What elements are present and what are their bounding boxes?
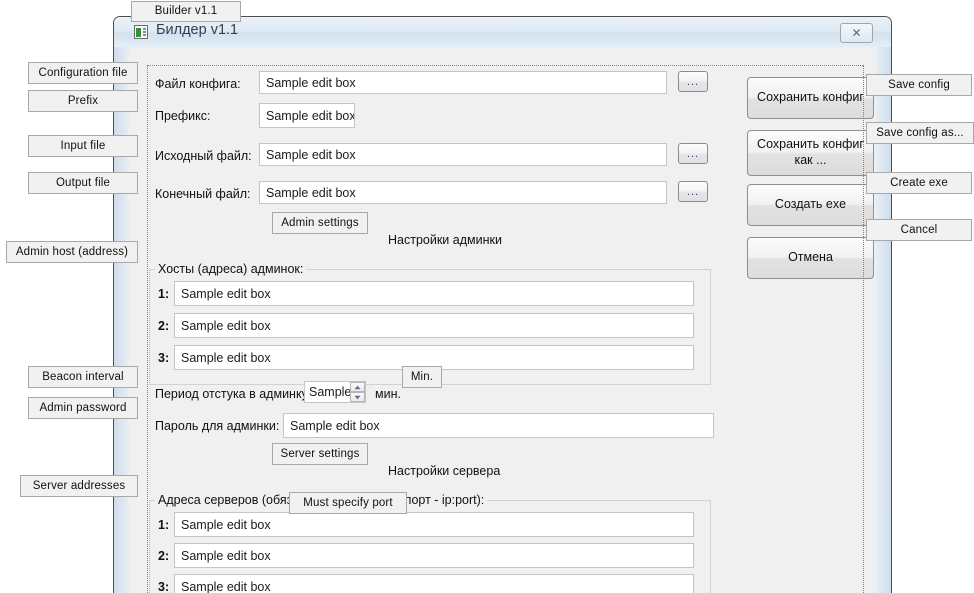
annotation-beacon-interval: Beacon interval — [28, 366, 138, 388]
server-address-3-number: 3: — [158, 580, 170, 593]
create-exe-button[interactable]: Создать exe — [747, 184, 874, 226]
spin-down-icon[interactable] — [350, 392, 365, 402]
window-client-area: Файл конфига: Sample edit box ... Префик… — [129, 47, 876, 593]
prefix-label: Префикс: — [155, 109, 211, 123]
server-address-2-number: 2: — [158, 549, 170, 563]
annotation-server-addresses: Server addresses — [20, 475, 138, 497]
server-address-2-input[interactable]: Sample edit box — [174, 543, 694, 568]
annotation-server-settings: Server settings — [272, 443, 368, 465]
input-file-browse-button[interactable]: ... — [678, 143, 708, 164]
admin-password-label: Пароль для админки: — [155, 419, 280, 433]
selection-guide-left — [147, 65, 148, 593]
server-address-1-input[interactable]: Sample edit box — [174, 512, 694, 537]
admin-password-input[interactable]: Sample edit box — [283, 413, 714, 438]
output-file-input[interactable]: Sample edit box — [259, 181, 667, 204]
admin-settings-title: Настройки админки — [388, 233, 502, 247]
annotation-configuration-file: Configuration file — [28, 62, 138, 84]
annotation-input-file: Input file — [28, 135, 138, 157]
annotation-min-unit: Min. — [402, 366, 442, 388]
annotation-create-exe: Create exe — [866, 172, 972, 194]
beacon-interval-spin-buttons[interactable] — [350, 382, 365, 402]
annotation-admin-host: Admin host (address) — [6, 241, 138, 263]
admin-hosts-legend: Хосты (адреса) админок: — [155, 262, 307, 276]
config-file-label: Файл конфига: — [155, 77, 241, 91]
annotation-must-specify-port: Must specify port — [289, 492, 407, 514]
admin-host-2-number: 2: — [158, 319, 170, 333]
output-file-label: Конечный файл: — [155, 187, 251, 201]
server-address-1-number: 1: — [158, 518, 170, 532]
server-address-3-input[interactable]: Sample edit box — [174, 574, 694, 593]
save-config-as-button[interactable]: Сохранить конфиг как ... — [747, 130, 874, 176]
admin-host-1-input[interactable]: Sample edit box — [174, 281, 694, 306]
annotation-prefix: Prefix — [28, 90, 138, 112]
close-icon[interactable]: ✕ — [840, 23, 873, 43]
input-file-input[interactable]: Sample edit box — [259, 143, 667, 166]
beacon-interval-label: Период отстука в админку: — [155, 387, 312, 401]
config-file-input[interactable]: Sample edit box — [259, 71, 667, 94]
cancel-button[interactable]: Отмена — [747, 237, 874, 279]
annotation-cancel: Cancel — [866, 219, 972, 241]
annotation-admin-settings: Admin settings — [272, 212, 368, 234]
window-right-scroll-band[interactable] — [876, 17, 891, 593]
application-icon — [134, 25, 148, 39]
annotation-builder-title: Builder v1.1 — [131, 1, 241, 22]
spin-up-icon[interactable] — [350, 382, 365, 392]
annotation-save-config: Save config — [866, 74, 972, 96]
window-title: Билдер v1.1 — [156, 22, 239, 38]
admin-host-3-number: 3: — [158, 351, 170, 365]
config-file-browse-button[interactable]: ... — [678, 71, 708, 92]
annotation-output-file: Output file — [28, 172, 138, 194]
annotation-save-config-as: Save config as... — [866, 122, 974, 144]
selection-guide-right — [863, 65, 864, 593]
admin-host-1-number: 1: — [158, 287, 170, 301]
admin-host-2-input[interactable]: Sample edit box — [174, 313, 694, 338]
annotation-admin-password: Admin password — [28, 397, 138, 419]
server-settings-title: Настройки сервера — [388, 464, 501, 478]
save-config-button[interactable]: Сохранить конфиг — [747, 77, 874, 119]
selection-guide-top — [147, 65, 863, 66]
prefix-input[interactable]: Sample edit box — [259, 103, 355, 128]
builder-window: Билдер v1.1 ✕ Файл конфига: Sample edit … — [113, 16, 892, 593]
beacon-interval-unit: мин. — [375, 387, 401, 401]
input-file-label: Исходный файл: — [155, 149, 252, 163]
beacon-interval-stepper[interactable]: Sample — [304, 381, 366, 403]
output-file-browse-button[interactable]: ... — [678, 181, 708, 202]
